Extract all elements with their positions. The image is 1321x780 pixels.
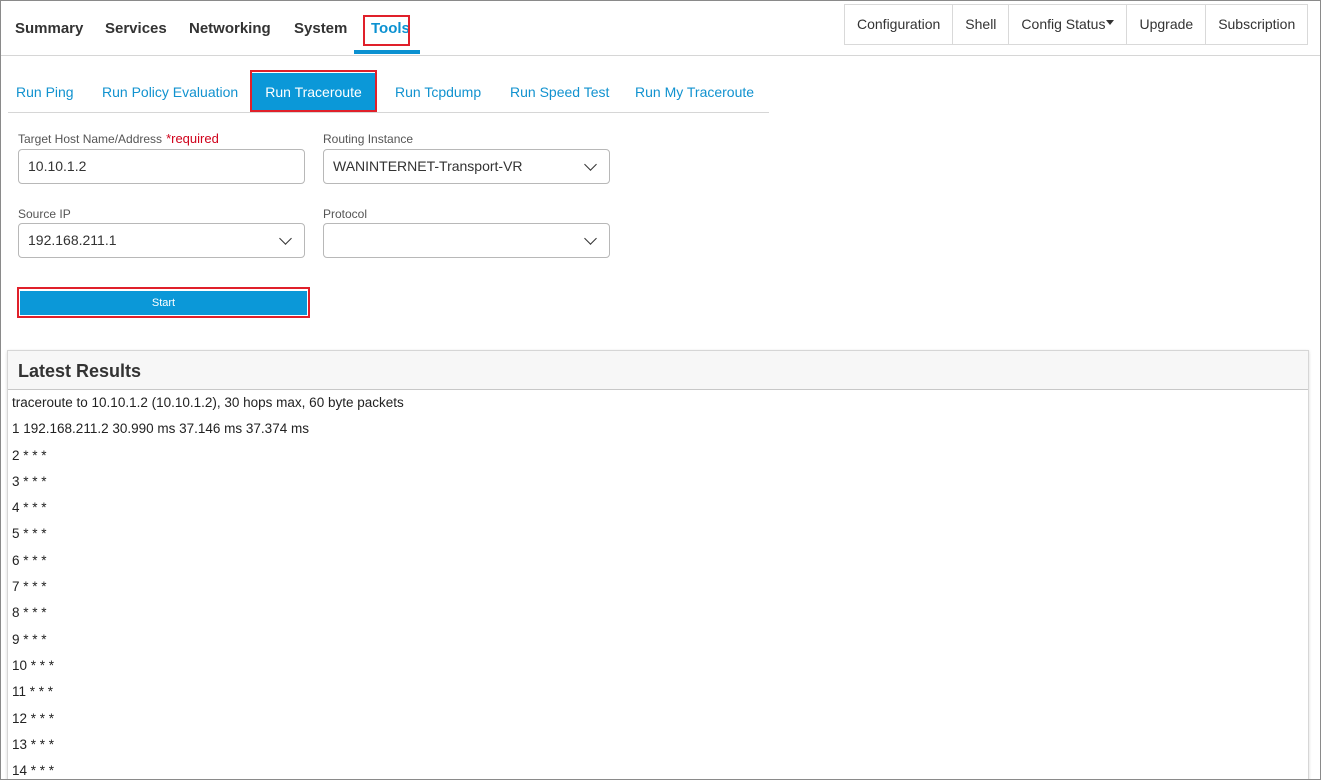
result-line: 1 192.168.211.2 30.990 ms 37.146 ms 37.3…	[12, 421, 309, 437]
routing-instance-value: WANINTERNET-Transport-VR	[333, 158, 523, 174]
result-line: 2 * * *	[12, 447, 47, 463]
app-window: Summary Services Networking System Tools…	[0, 0, 1321, 780]
tab-system[interactable]: System	[294, 20, 347, 37]
chevron-down-icon	[279, 232, 292, 245]
subtab-run-my-traceroute[interactable]: Run My Traceroute	[635, 84, 754, 100]
routing-instance-label: Routing Instance	[323, 132, 414, 146]
result-line: 4 * * *	[12, 500, 47, 516]
source-ip-value: 192.168.211.1	[28, 232, 117, 248]
source-ip-label: Source IP	[18, 207, 71, 221]
protocol-select[interactable]	[323, 223, 610, 258]
results-output: traceroute to 10.10.1.2 (10.10.1.2), 30 …	[8, 390, 1308, 779]
required-indicator: *required	[166, 131, 219, 146]
subtab-run-policy-evaluation[interactable]: Run Policy Evaluation	[102, 84, 238, 100]
config-status-dropdown[interactable]: Config Status	[1009, 5, 1128, 44]
result-line: 10 * * *	[12, 657, 55, 673]
latest-results-panel: Latest Results traceroute to 10.10.1.2 (…	[7, 350, 1309, 779]
result-line: 12 * * *	[12, 710, 55, 726]
tab-networking[interactable]: Networking	[189, 20, 271, 37]
result-line: 8 * * *	[12, 605, 47, 621]
subtab-run-tcpdump[interactable]: Run Tcpdump	[395, 84, 481, 100]
tab-summary[interactable]: Summary	[15, 20, 83, 37]
configuration-button[interactable]: Configuration	[845, 5, 954, 44]
protocol-label: Protocol	[323, 207, 368, 221]
result-line: 5 * * *	[12, 526, 47, 542]
tab-services[interactable]: Services	[105, 20, 167, 37]
chevron-down-icon	[584, 232, 597, 245]
shell-button[interactable]: Shell	[953, 5, 1010, 44]
tools-sub-tabs: Run Ping Run Policy Evaluation Run Trace…	[8, 70, 769, 113]
subtab-run-ping[interactable]: Run Ping	[16, 84, 74, 100]
subtab-run-speed-test[interactable]: Run Speed Test	[510, 84, 609, 100]
routing-instance-select[interactable]: WANINTERNET-Transport-VR	[323, 149, 610, 184]
result-line: 7 * * *	[12, 579, 47, 595]
latest-results-title: Latest Results	[8, 351, 1308, 390]
active-tab-indicator	[354, 50, 420, 54]
caret-down-icon	[1106, 19, 1115, 25]
target-host-label: Target Host Name/Address *required	[18, 131, 219, 146]
result-line: 13 * * *	[12, 736, 55, 752]
top-nav: Summary Services Networking System Tools…	[1, 1, 1320, 56]
chevron-down-icon	[584, 158, 597, 171]
result-line: 14 * * *	[12, 763, 55, 779]
upgrade-button[interactable]: Upgrade	[1127, 5, 1207, 44]
start-highlight-box	[17, 287, 310, 318]
target-host-field[interactable]	[18, 149, 305, 184]
result-line: 6 * * *	[12, 552, 47, 568]
source-ip-select[interactable]: 192.168.211.1	[18, 223, 305, 258]
result-line: 9 * * *	[12, 631, 47, 647]
tools-highlight-box	[363, 15, 410, 46]
result-line: 3 * * *	[12, 473, 47, 489]
traceroute-highlight-box	[250, 70, 377, 112]
subscription-button[interactable]: Subscription	[1206, 5, 1307, 44]
target-host-input[interactable]	[28, 150, 291, 182]
result-line: 11 * * *	[12, 684, 54, 700]
top-right-button-group: Configuration Shell Config Status Upgrad…	[844, 4, 1309, 45]
result-line: traceroute to 10.10.1.2 (10.10.1.2), 30 …	[12, 395, 404, 410]
